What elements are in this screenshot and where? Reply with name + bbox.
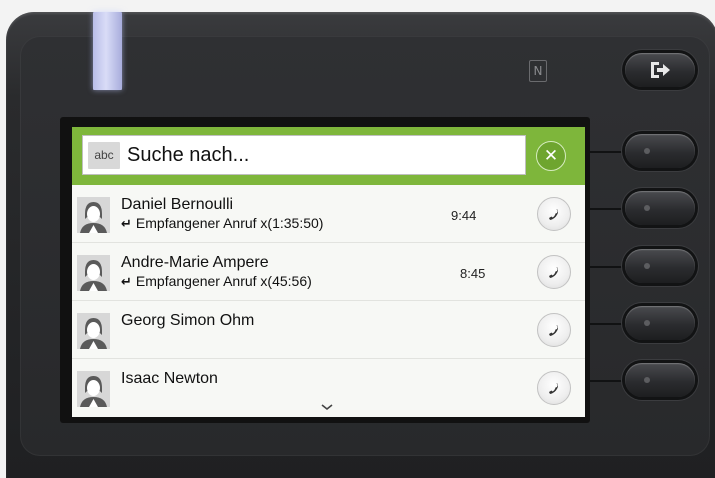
key-connector [585, 266, 625, 268]
key-connector [585, 380, 625, 382]
search-input[interactable] [127, 140, 517, 170]
key-connector [585, 323, 625, 325]
avatar-icon [77, 313, 110, 349]
key-connector [585, 151, 625, 153]
key-dot [644, 320, 650, 326]
logout-icon [651, 62, 670, 78]
call-detail-text: Empfangener Anruf x(1:35:50) [135, 215, 324, 231]
side-key-5[interactable] [625, 363, 695, 397]
key-connector [585, 208, 625, 210]
nfc-icon: N [529, 60, 547, 82]
call-detail-text: Empfangener Anruf x(45:56) [135, 273, 312, 289]
contact-name: Daniel Bernoulli [121, 196, 234, 213]
phone-handset-icon [549, 267, 558, 278]
logout-key[interactable] [625, 53, 695, 87]
contact-row[interactable]: Daniel Bernoulli ↵ Empfangener Anruf x(1:… [72, 185, 585, 243]
avatar-icon [77, 255, 110, 291]
avatar-icon [77, 371, 110, 407]
chevron-down-icon[interactable] [319, 401, 335, 413]
key-dot [644, 148, 650, 154]
key-dot [644, 205, 650, 211]
call-detail: ↵ Empfangener Anruf x(1:35:50) [121, 215, 323, 232]
avatar-icon [77, 197, 110, 233]
clear-search-button[interactable]: ✕ [536, 141, 566, 171]
received-call-icon: ↵ [121, 275, 132, 290]
call-detail: ↵ Empfangener Anruf x(45:56) [121, 273, 312, 290]
call-button[interactable] [537, 313, 571, 347]
call-button[interactable] [537, 197, 571, 231]
phone-device-view: N abc ✕ [0, 0, 715, 478]
close-icon: ✕ [543, 146, 559, 166]
phone-handset-icon [549, 325, 558, 336]
search-box[interactable]: abc [82, 135, 526, 175]
key-dot [644, 263, 650, 269]
key-dot [644, 377, 650, 383]
contact-name: Isaac Newton [121, 370, 218, 387]
contact-name: Andre-Marie Ampere [121, 254, 269, 271]
side-key-1[interactable] [625, 134, 695, 168]
contact-name: Georg Simon Ohm [121, 312, 255, 329]
call-time: 8:45 [460, 266, 486, 281]
display-screen: abc ✕ Daniel Bernoulli ↵Empfangener Anru… [72, 127, 585, 417]
contact-row[interactable]: Georg Simon Ohm [72, 301, 585, 359]
call-button[interactable] [537, 371, 571, 405]
phone-handset-icon [549, 383, 558, 394]
input-mode-badge[interactable]: abc [88, 142, 120, 169]
side-key-3[interactable] [625, 249, 695, 283]
search-bar: abc ✕ [72, 127, 585, 185]
side-key-2[interactable] [625, 191, 695, 225]
message-led [93, 12, 122, 90]
side-key-4[interactable] [625, 306, 695, 340]
phone-handset-icon [549, 209, 558, 220]
received-call-icon: ↵ [121, 217, 132, 232]
call-time: 9:44 [451, 208, 477, 223]
contact-row[interactable]: Andre-Marie Ampere ↵ Empfangener Anruf x(… [72, 243, 585, 301]
call-button[interactable] [537, 255, 571, 289]
